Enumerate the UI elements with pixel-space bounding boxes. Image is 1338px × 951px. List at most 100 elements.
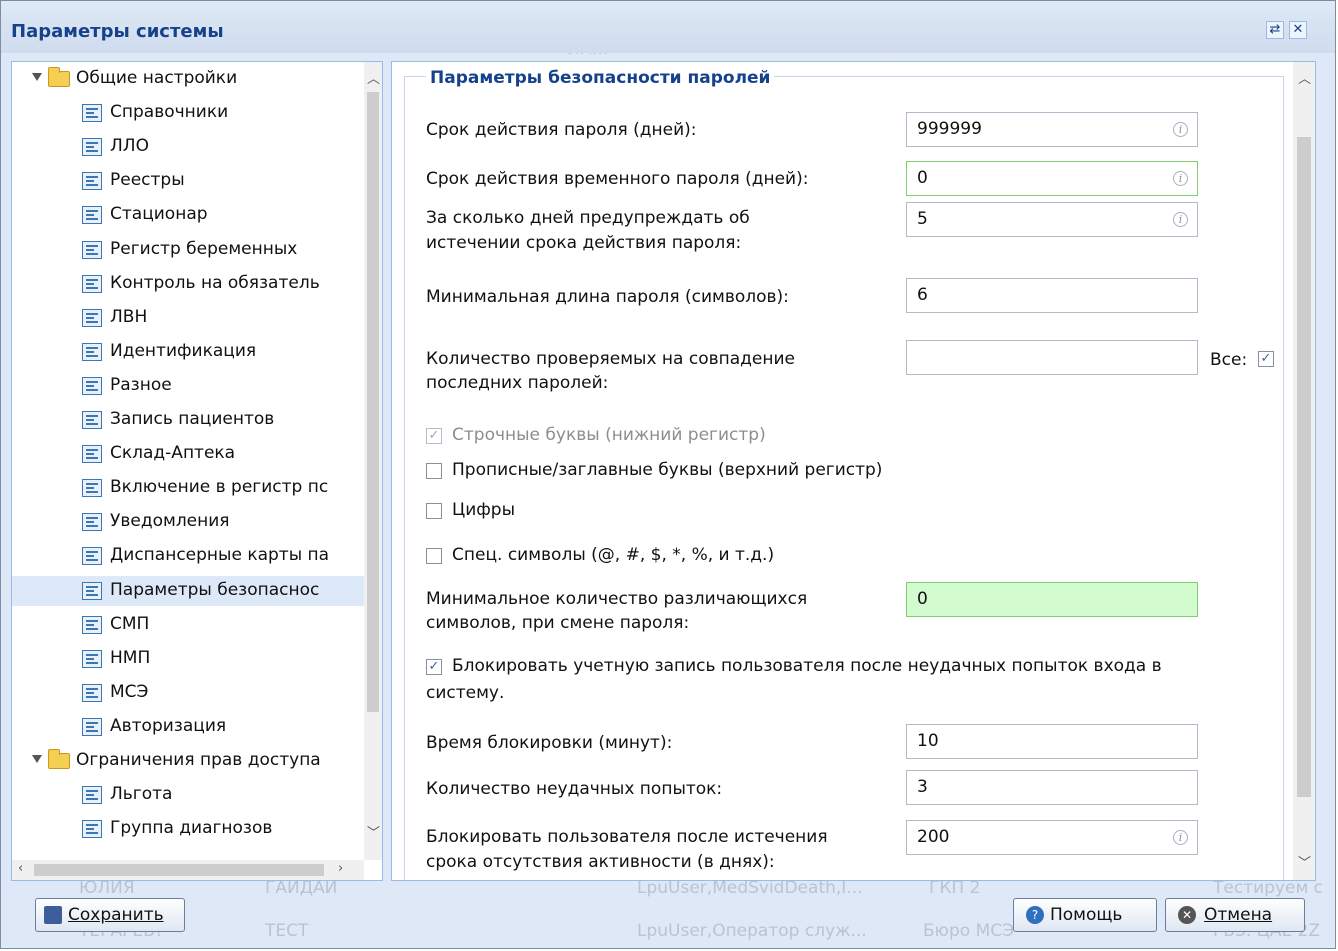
min-length-value: 6 bbox=[917, 285, 928, 305]
scroll-up-icon[interactable]: ︿ bbox=[367, 68, 380, 87]
ghost-text: Бюро МСЭ bbox=[923, 921, 1014, 941]
tree-folder-item[interactable]: Ограничения прав доступа bbox=[12, 746, 364, 776]
form-vertical-scrollbar[interactable]: ︿ ﹀ bbox=[1293, 62, 1315, 880]
settings-page-icon bbox=[82, 411, 102, 429]
tree-item-label: Параметры безопаснос bbox=[110, 580, 320, 600]
ghost-text: Тестируем с bbox=[1213, 878, 1324, 898]
min-diff-input[interactable]: 0 bbox=[906, 582, 1198, 617]
scroll-up-icon[interactable]: ︿ bbox=[1298, 68, 1311, 87]
help-icon: ? bbox=[1026, 906, 1044, 924]
tree-item[interactable]: НМП bbox=[12, 644, 364, 674]
lock-time-input[interactable]: 10 bbox=[906, 724, 1198, 759]
expand-arrow-icon[interactable] bbox=[32, 73, 42, 81]
tree-item[interactable]: ЛВН bbox=[12, 303, 364, 333]
cancel-icon: ✕ bbox=[1178, 906, 1196, 924]
settings-page-icon bbox=[82, 172, 102, 190]
password-expiry-input[interactable]: 999999 i bbox=[906, 112, 1198, 147]
failed-attempts-value: 3 bbox=[917, 777, 928, 797]
settings-page-icon bbox=[82, 786, 102, 804]
inactive-label-line2: срока отсутствия активности (в днях): bbox=[426, 852, 775, 872]
uppercase-checkbox[interactable] bbox=[426, 463, 442, 479]
info-icon[interactable]: i bbox=[1173, 122, 1188, 137]
save-button[interactable]: Сохранить bbox=[35, 898, 185, 932]
tree-item-label: Авторизация bbox=[110, 716, 227, 736]
settings-page-icon bbox=[82, 547, 102, 565]
min-diff-label-line1: Минимальное количество различающихся bbox=[426, 589, 808, 609]
tree-item[interactable]: Льгота bbox=[12, 780, 364, 810]
tree-item-label: НМП bbox=[110, 648, 151, 668]
floppy-disk-icon bbox=[44, 906, 62, 924]
ghost-text: ЮЛИЯ bbox=[79, 878, 135, 898]
tree-item[interactable]: Контроль на обязатель bbox=[12, 269, 364, 299]
tree-item-label: Регистр беременных bbox=[110, 239, 298, 259]
all-checkbox[interactable]: ✓ bbox=[1258, 351, 1274, 367]
all-label: Все: bbox=[1210, 350, 1248, 370]
tree-item[interactable]: Идентификация bbox=[12, 337, 364, 367]
tree-item[interactable]: Авторизация bbox=[12, 712, 364, 742]
tree-item-label: Стационар bbox=[110, 204, 208, 224]
info-icon[interactable]: i bbox=[1173, 212, 1188, 227]
temp-password-expiry-label: Срок действия временного пароля (дней): bbox=[426, 169, 809, 189]
tree-item[interactable]: Параметры безопаснос bbox=[12, 576, 364, 606]
close-icon[interactable]: ✕ bbox=[1289, 21, 1307, 39]
tree-item[interactable]: Склад-Аптека bbox=[12, 439, 364, 469]
scroll-down-icon[interactable]: ﹀ bbox=[1298, 852, 1311, 871]
tree-item[interactable]: Диспансерные карты па bbox=[12, 541, 364, 571]
tree-item-label: Группа диагнозов bbox=[110, 818, 273, 838]
lock-account-checkbox[interactable]: ✓ bbox=[426, 659, 442, 675]
temp-password-expiry-value: 0 bbox=[917, 168, 928, 188]
expand-arrow-icon[interactable] bbox=[32, 755, 42, 763]
tree-scroll-thumb[interactable] bbox=[367, 92, 379, 712]
tree-item[interactable]: Группа диагнозов bbox=[12, 814, 364, 844]
tree-item[interactable]: СМП bbox=[12, 610, 364, 640]
tree-item[interactable]: Реестры bbox=[12, 166, 364, 196]
tree-hscroll-thumb[interactable] bbox=[34, 864, 324, 876]
info-icon[interactable]: i bbox=[1173, 171, 1188, 186]
window-titlebar[interactable]: Параметры системы ⇄ ✕ bbox=[1, 1, 1335, 53]
ghost-text: ГКП 2 bbox=[929, 878, 981, 898]
tree-item[interactable]: Регистр беременных bbox=[12, 235, 364, 265]
tree-item[interactable]: МСЭ bbox=[12, 678, 364, 708]
tree-item[interactable]: Запись пациентов bbox=[12, 405, 364, 435]
tree-item[interactable]: Стационар bbox=[12, 200, 364, 230]
failed-attempts-input[interactable]: 3 bbox=[906, 770, 1198, 805]
info-icon[interactable]: i bbox=[1173, 830, 1188, 845]
settings-page-icon bbox=[82, 104, 102, 122]
tree-item[interactable]: Разное bbox=[12, 371, 364, 401]
tree-item[interactable]: Справочники bbox=[12, 98, 364, 128]
fieldset-legend: Параметры безопасности паролей bbox=[426, 68, 775, 88]
settings-page-icon bbox=[82, 616, 102, 634]
tree-item[interactable]: Уведомления bbox=[12, 507, 364, 537]
warn-days-label-line1: За сколько дней предупреждать об bbox=[426, 208, 750, 228]
cancel-button[interactable]: ✕ Отмена bbox=[1165, 898, 1305, 932]
help-button[interactable]: ? Помощь bbox=[1013, 898, 1157, 932]
warn-days-label-line2: истечении срока действия пароля: bbox=[426, 233, 742, 253]
folder-icon bbox=[48, 749, 70, 769]
digits-checkbox[interactable] bbox=[426, 503, 442, 519]
history-label-line1: Количество проверяемых на совпадение bbox=[426, 349, 796, 369]
tree-item[interactable]: ЛЛО bbox=[12, 132, 364, 162]
tree-item-label: СМП bbox=[110, 614, 150, 634]
tree-vertical-scrollbar[interactable]: ︿ ﹀ bbox=[364, 62, 382, 860]
ghost-text: ГАЙДАЙ bbox=[265, 878, 338, 898]
min-length-input[interactable]: 6 bbox=[906, 278, 1198, 313]
tree-horizontal-scrollbar[interactable]: ‹ › bbox=[12, 860, 364, 880]
refresh-icon[interactable]: ⇄ bbox=[1266, 21, 1284, 39]
inactive-days-input[interactable]: 200 i bbox=[906, 820, 1198, 855]
scroll-left-icon[interactable]: ‹ bbox=[18, 861, 23, 876]
tree-item-label: Контроль на обязатель bbox=[110, 273, 320, 293]
history-count-input[interactable] bbox=[906, 340, 1198, 375]
tree-item-label: Идентификация bbox=[110, 341, 257, 361]
min-length-label: Минимальная длина пароля (символов): bbox=[426, 287, 789, 307]
special-chars-checkbox[interactable] bbox=[426, 548, 442, 564]
tree-item-label: ЛВН bbox=[110, 307, 148, 327]
scroll-right-icon[interactable]: › bbox=[338, 861, 343, 876]
temp-password-expiry-input[interactable]: 0 i bbox=[906, 161, 1198, 196]
warn-days-input[interactable]: 5 i bbox=[906, 202, 1198, 237]
settings-page-icon bbox=[82, 377, 102, 395]
form-scroll-thumb[interactable] bbox=[1297, 137, 1311, 797]
tree-folder-item[interactable]: Общие настройки bbox=[12, 64, 364, 94]
tree-item[interactable]: Включение в регистр пс bbox=[12, 473, 364, 503]
password-expiry-label: Срок действия пароля (дней): bbox=[426, 120, 697, 140]
scroll-down-icon[interactable]: ﹀ bbox=[367, 822, 380, 841]
